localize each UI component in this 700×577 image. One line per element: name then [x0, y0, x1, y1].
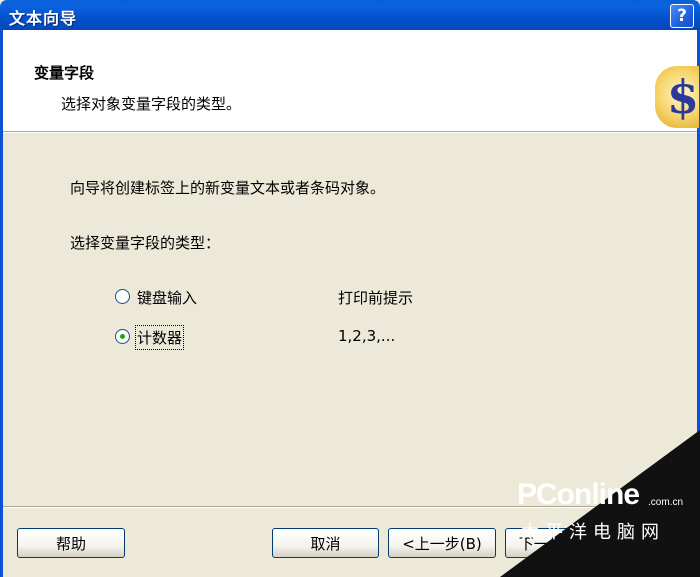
- help-icon[interactable]: ?: [670, 4, 694, 28]
- radio-selected-dot: [120, 334, 125, 339]
- wizard-header: 变量字段 选择对象变量字段的类型。 $: [3, 30, 699, 131]
- header-divider-highlight: [3, 132, 697, 133]
- title-bar[interactable]: 文本向导 ?: [0, 0, 700, 30]
- back-button[interactable]: <上一步(B): [388, 528, 496, 558]
- intro-text: 向导将创建标签上的新变量文本或者条码对象。: [70, 179, 386, 197]
- dollar-glyph: $: [667, 70, 700, 124]
- header-subtitle: 选择对象变量字段的类型。: [61, 95, 242, 113]
- help-button[interactable]: 帮助: [17, 528, 125, 558]
- option-label[interactable]: 计数器: [134, 325, 185, 350]
- radio-counter[interactable]: [115, 329, 130, 344]
- watermark-domain: .com.cn: [648, 497, 684, 508]
- watermark-logo: PConline: [517, 478, 640, 511]
- watermark-tagline: 太平洋电脑网: [521, 522, 665, 543]
- dollar-icon: $: [655, 66, 699, 128]
- window-title: 文本向导: [9, 9, 78, 28]
- cancel-button[interactable]: 取消: [272, 528, 379, 558]
- option-description: 1,2,3,...: [338, 327, 396, 345]
- option-description: 打印前提示: [338, 289, 414, 307]
- header-title: 变量字段: [34, 64, 95, 82]
- radio-keyboard-input[interactable]: [115, 289, 130, 304]
- option-label[interactable]: 键盘输入: [137, 287, 197, 308]
- type-prompt: 选择变量字段的类型：: [70, 234, 221, 252]
